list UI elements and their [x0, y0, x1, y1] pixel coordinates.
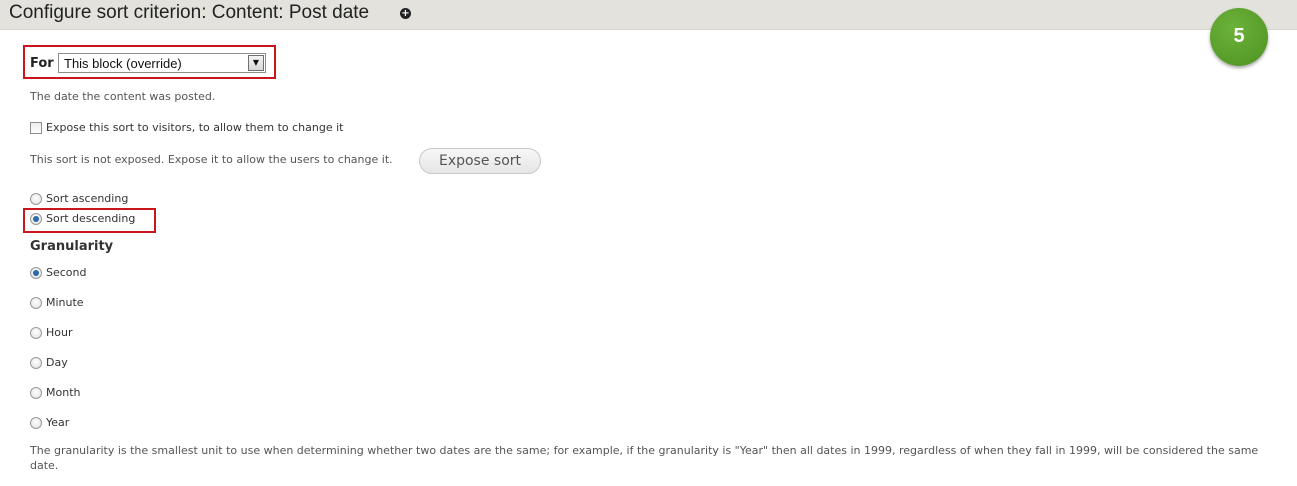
chevron-down-icon[interactable]: ▼ [248, 55, 264, 71]
for-select[interactable]: This block (override) ▼ [58, 53, 266, 73]
for-label: For [30, 56, 54, 71]
granularity-minute-radio[interactable] [30, 297, 42, 309]
sort-descending-label[interactable]: Sort descending [46, 212, 135, 225]
dialog-titlebar: Configure sort criterion: Content: Post … [0, 0, 1297, 30]
granularity-day-label[interactable]: Day [46, 356, 68, 369]
sort-ascending-label[interactable]: Sort ascending [46, 192, 128, 205]
granularity-year-radio[interactable] [30, 417, 42, 429]
granularity-second-label[interactable]: Second [46, 266, 86, 279]
expose-sort-button[interactable]: Expose sort [419, 148, 541, 174]
expose-checkbox-label[interactable]: Expose this sort to visitors, to allow t… [46, 121, 343, 134]
granularity-month-radio[interactable] [30, 387, 42, 399]
expose-status-text: This sort is not exposed. Expose it to a… [30, 153, 393, 166]
granularity-hour-radio[interactable] [30, 327, 42, 339]
field-description: The date the content was posted. [30, 90, 216, 103]
granularity-description: The granularity is the smallest unit to … [30, 444, 1259, 472]
plus-circle-icon[interactable]: + [400, 8, 411, 19]
granularity-minute-label[interactable]: Minute [46, 296, 84, 309]
sort-ascending-radio[interactable] [30, 193, 42, 205]
granularity-heading: Granularity [30, 239, 114, 254]
dialog-title: Configure sort criterion: Content: Post … [9, 2, 370, 23]
sort-descending-radio[interactable] [30, 213, 42, 225]
step-badge: 5 [1210, 8, 1268, 66]
granularity-year-label[interactable]: Year [46, 416, 69, 429]
granularity-month-label[interactable]: Month [46, 386, 80, 399]
for-select-value: This block (override) [64, 56, 182, 71]
granularity-hour-label[interactable]: Hour [46, 326, 73, 339]
granularity-day-radio[interactable] [30, 357, 42, 369]
granularity-second-radio[interactable] [30, 267, 42, 279]
expose-checkbox[interactable] [30, 122, 42, 134]
